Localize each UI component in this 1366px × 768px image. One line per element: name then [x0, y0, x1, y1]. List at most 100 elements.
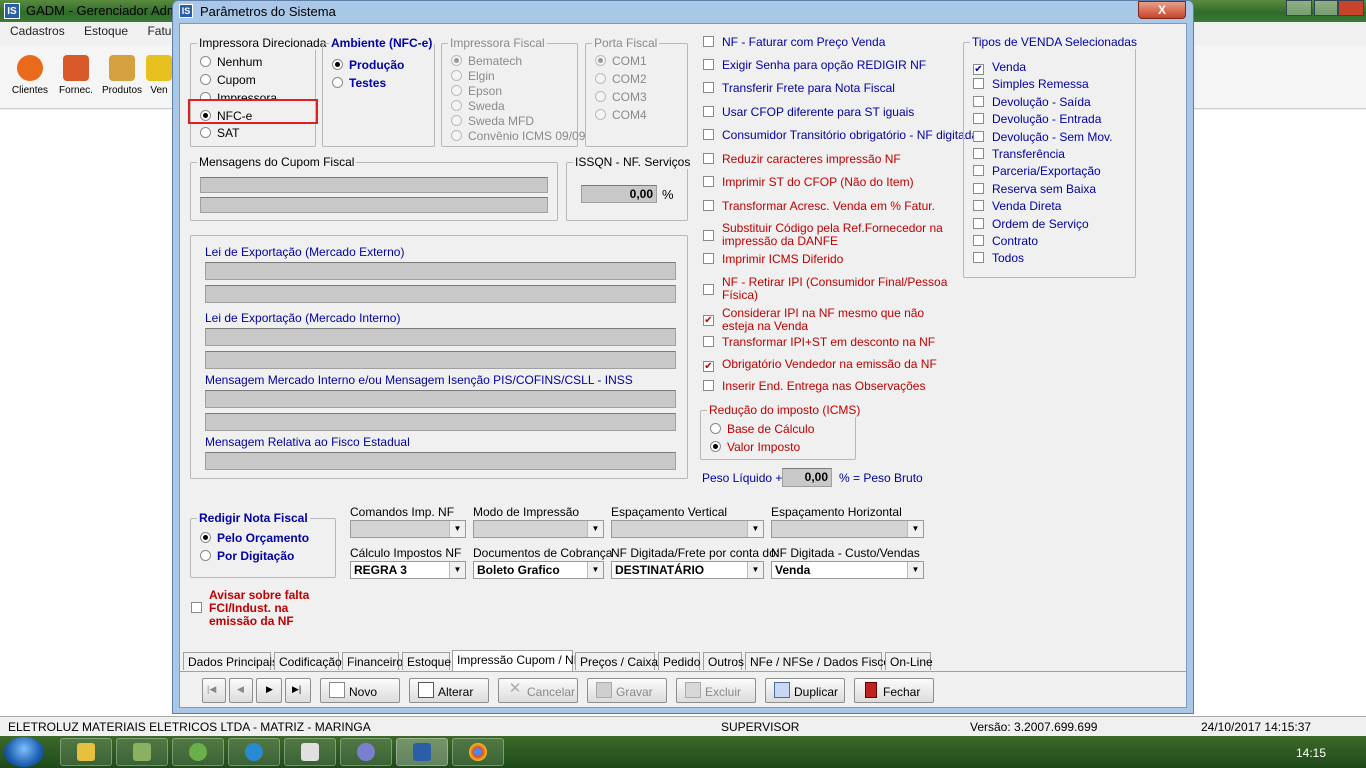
radio-com3[interactable]: COM3 [595, 90, 647, 104]
taskbar-clock[interactable]: 14:15 [1296, 746, 1326, 760]
radio-base-calculo[interactable]: Base de Cálculo [710, 422, 814, 436]
chevron-down-icon[interactable]: ▼ [449, 562, 465, 578]
tab-6[interactable]: Pedido [658, 652, 700, 670]
chevron-down-icon[interactable]: ▼ [907, 562, 923, 578]
combo-select[interactable]: ▼ [611, 520, 764, 538]
prev-record-button[interactable]: ◀ [229, 678, 253, 703]
option-checkbox[interactable]: Transformar Acresc. Venda em % Fatur. [703, 200, 935, 213]
tab-7[interactable]: Outros [703, 652, 744, 670]
menu-cadastros[interactable]: Cadastros [10, 24, 65, 38]
radio-elgin[interactable]: Elgin [451, 69, 495, 83]
cancelar-button[interactable]: ✕ Cancelar [498, 678, 578, 703]
tipo-venda-checkbox[interactable]: Ordem de Serviço [973, 217, 1089, 231]
radio-sweda-mfd[interactable]: Sweda MFD [451, 114, 534, 128]
toolbar-vendas[interactable]: Ven [145, 55, 173, 96]
option-checkbox[interactable]: Exigir Senha para opção REDIGIR NF [703, 59, 926, 72]
radio-testes[interactable]: Testes [332, 76, 386, 90]
tipo-venda-checkbox[interactable]: Todos [973, 251, 1024, 265]
chevron-down-icon[interactable]: ▼ [747, 521, 763, 537]
toolbar-fornec[interactable]: Fornec. [53, 55, 99, 96]
excluir-button[interactable]: Excluir [676, 678, 756, 703]
novo-button[interactable]: Novo [320, 678, 400, 703]
radio-com2[interactable]: COM2 [595, 72, 647, 86]
tipo-venda-checkbox[interactable]: Transferência [973, 147, 1065, 161]
radio-nenhum[interactable]: Nenhum [200, 55, 262, 69]
lei-externo-1-input[interactable] [205, 262, 676, 280]
tipo-venda-checkbox[interactable]: ✔ Venda [973, 60, 1026, 75]
taskbar-explorer[interactable] [60, 738, 112, 766]
taskbar-app5[interactable] [284, 738, 336, 766]
option-checkbox[interactable]: NF - Retirar IPI (Consumidor Final/Pesso… [703, 276, 947, 302]
taskbar-gadm[interactable] [396, 738, 448, 766]
option-checkbox[interactable]: Reduzir caracteres impressão NF [703, 153, 901, 166]
tab-0[interactable]: Dados Principais [183, 652, 278, 670]
next-record-button[interactable]: ▶ [256, 678, 282, 703]
avisar-fci-checkbox[interactable] [191, 601, 210, 615]
option-checkbox[interactable]: NF - Faturar com Preço Venda [703, 36, 885, 49]
tab-2[interactable]: Financeiro [342, 652, 403, 670]
radio-valor-imposto[interactable]: Valor Imposto [710, 440, 800, 454]
start-button[interactable] [4, 737, 44, 767]
combo-select[interactable]: ▼ [473, 520, 604, 538]
option-checkbox[interactable]: Imprimir ICMS Diferido [703, 253, 843, 266]
radio-com4[interactable]: COM4 [595, 108, 647, 122]
taskbar-app3[interactable] [172, 738, 224, 766]
maximize-button[interactable] [1314, 0, 1338, 16]
dialog-close-button[interactable]: X [1138, 1, 1186, 19]
peso-input[interactable]: 0,00 [782, 468, 832, 487]
option-checkbox[interactable]: Transformar IPI+ST em desconto na NF [703, 336, 935, 349]
radio-epson[interactable]: Epson [451, 84, 502, 98]
tab-8[interactable]: NFe / NFSe / Dados Fisco [745, 652, 890, 670]
radio-sat[interactable]: SAT [200, 126, 239, 140]
taskbar-app4[interactable] [228, 738, 280, 766]
option-checkbox[interactable]: Inserir End. Entrega nas Observações [703, 380, 925, 393]
combo-select[interactable]: ▼ [350, 520, 466, 538]
chevron-down-icon[interactable]: ▼ [907, 521, 923, 537]
msg-interno-2-input[interactable] [205, 413, 676, 431]
tipo-venda-checkbox[interactable]: Venda Direta [973, 199, 1061, 213]
chevron-down-icon[interactable]: ▼ [587, 562, 603, 578]
duplicar-button[interactable]: Duplicar [765, 678, 845, 703]
taskbar-app6[interactable] [340, 738, 392, 766]
option-checkbox[interactable]: Consumidor Transitório obrigatório - NF … [703, 129, 978, 142]
option-checkbox[interactable]: Imprimir ST do CFOP (Não do Item) [703, 176, 914, 189]
last-record-button[interactable]: ▶| [285, 678, 311, 703]
radio-por-digitacao[interactable]: Por Digitação [200, 549, 294, 563]
option-checkbox[interactable]: Substituir Código pela Ref.Fornecedor na… [703, 222, 943, 248]
tipo-venda-checkbox[interactable]: Devolução - Sem Mov. [973, 130, 1113, 144]
radio-cupom[interactable]: Cupom [200, 73, 256, 87]
combo-select[interactable]: Venda ▼ [771, 561, 924, 579]
radio-pelo-orcamento[interactable]: Pelo Orçamento [200, 531, 309, 545]
cupom-message-2-input[interactable] [200, 197, 548, 213]
fechar-button[interactable]: Fechar [854, 678, 934, 703]
tab-5[interactable]: Preços / Caixa [575, 652, 658, 670]
msg-fisco-input[interactable] [205, 452, 676, 470]
radio-convenio[interactable]: Convênio ICMS 09/09 [451, 129, 585, 143]
tipo-venda-checkbox[interactable]: Simples Remessa [973, 77, 1089, 91]
option-checkbox[interactable]: Transferir Frete para Nota Fiscal [703, 82, 895, 95]
bg-close-button[interactable] [1338, 0, 1364, 16]
tipo-venda-checkbox[interactable]: Devolução - Saída [973, 95, 1091, 109]
combo-select[interactable]: REGRA 3 ▼ [350, 561, 466, 579]
radio-producao[interactable]: Produção [332, 58, 404, 72]
tab-3[interactable]: Estoque [402, 652, 451, 670]
tab-4[interactable]: Impressão Cupom / NF [452, 650, 581, 671]
msg-interno-1-input[interactable] [205, 390, 676, 408]
radio-sweda[interactable]: Sweda [451, 99, 505, 113]
issqn-input[interactable]: 0,00 [581, 185, 657, 203]
taskbar-chrome[interactable] [452, 738, 504, 766]
radio-com1[interactable]: COM1 [595, 54, 647, 68]
tab-1[interactable]: Codificação [274, 652, 342, 670]
option-checkbox[interactable]: ✔ Considerar IPI na NF mesmo que não estej… [703, 307, 924, 333]
combo-select[interactable]: Boleto Grafico ▼ [473, 561, 604, 579]
combo-select[interactable]: ▼ [771, 520, 924, 538]
tipo-venda-checkbox[interactable]: Devolução - Entrada [973, 112, 1101, 126]
tipo-venda-checkbox[interactable]: Parceria/Exportação [973, 164, 1101, 178]
tipo-venda-checkbox[interactable]: Contrato [973, 234, 1038, 248]
alterar-button[interactable]: Alterar [409, 678, 489, 703]
first-record-button[interactable]: |◀ [202, 678, 226, 703]
lei-interno-1-input[interactable] [205, 328, 676, 346]
taskbar-app2[interactable] [116, 738, 168, 766]
radio-bematech[interactable]: Bematech [451, 54, 522, 68]
toolbar-clientes[interactable]: Clientes [7, 55, 53, 96]
